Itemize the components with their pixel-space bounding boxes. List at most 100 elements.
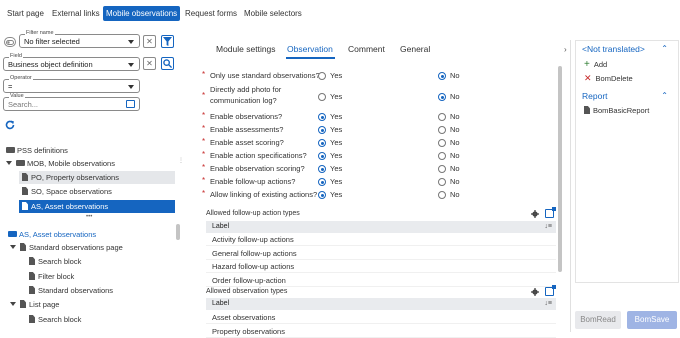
radio-no[interactable] <box>438 126 446 134</box>
gear-icon[interactable] <box>531 210 539 218</box>
document-icon <box>22 173 28 182</box>
refresh-icon[interactable] <box>5 120 15 130</box>
field-select[interactable]: Field Business object definition <box>3 53 140 71</box>
radio-no[interactable] <box>438 93 446 101</box>
detail-scrollbar[interactable] <box>558 66 562 272</box>
x-icon: ✕ <box>584 73 592 83</box>
gear-icon[interactable] <box>531 288 539 296</box>
tree-item-pss-definitions[interactable]: PSS definitions <box>6 144 68 157</box>
new-window-icon[interactable] <box>545 285 556 296</box>
radio-yes[interactable] <box>318 93 326 101</box>
tree-item-filter-block[interactable]: Filter block <box>29 270 74 283</box>
sort-icon[interactable]: ↓≡ <box>544 221 552 233</box>
bom-delete-action[interactable]: ✕ BomDelete <box>584 73 633 84</box>
obstypes-title-text: Allowed observation types <box>206 288 288 295</box>
list-item[interactable]: Hazard follow-up actions <box>206 260 556 273</box>
list-item[interactable]: Property observations <box>206 325 556 338</box>
bom-read-button[interactable]: BomRead <box>575 311 621 329</box>
radio-yes[interactable] <box>318 178 326 186</box>
new-window-icon[interactable] <box>126 100 135 108</box>
followup-column-header[interactable]: Label ↓≡ <box>206 221 556 233</box>
chevron-up-icon[interactable]: ⌃ <box>661 91 668 100</box>
radio-label-yes: Yes <box>330 164 343 173</box>
sort-icon[interactable]: ↓≡ <box>544 298 552 310</box>
tab-external-links[interactable]: External links <box>49 6 103 21</box>
chevron-down-icon[interactable] <box>6 161 12 166</box>
tree-item-as-root[interactable]: AS, Asset observations <box>8 228 96 241</box>
clear-filter-button[interactable]: ✕ <box>143 35 156 48</box>
radio-label-yes: Yes <box>330 151 343 160</box>
filter-name-select[interactable]: Filter name No filter selected <box>19 30 140 48</box>
list-item[interactable]: Asset observations <box>206 311 556 324</box>
radio-yes[interactable] <box>318 126 326 134</box>
tab-comment[interactable]: Comment <box>348 44 385 54</box>
search-button[interactable] <box>161 57 174 70</box>
list-item[interactable]: Activity follow-up actions <box>206 233 556 246</box>
tab-request-forms[interactable]: Request forms <box>182 6 240 21</box>
value-search-input[interactable]: Value Search... <box>3 93 140 111</box>
radio-no[interactable] <box>438 191 446 199</box>
obstypes-column-header[interactable]: Label ↓≡ <box>206 298 556 310</box>
resize-handle[interactable]: ⋮ <box>178 158 184 164</box>
folder-icon <box>8 231 17 238</box>
radio-no[interactable] <box>438 165 446 173</box>
bom-basic-report-action[interactable]: BomBasicReport <box>584 106 649 115</box>
tab-general[interactable]: General <box>400 44 430 54</box>
tree-item-standard-observations[interactable]: Standard observations <box>29 284 113 297</box>
chevron-down-icon[interactable] <box>10 302 16 307</box>
radio-yes[interactable] <box>318 191 326 199</box>
radio-yes[interactable] <box>318 139 326 147</box>
active-tab-indicator <box>286 57 335 59</box>
tree-item-so[interactable]: SO, Space observations <box>19 185 112 198</box>
tab-mobile-selectors[interactable]: Mobile selectors <box>241 6 305 21</box>
new-window-icon[interactable] <box>545 207 556 218</box>
question-row: * Allow linking of existing actions? Yes No <box>188 189 558 201</box>
list-item[interactable]: Order follow-up-action <box>206 274 556 287</box>
radio-no[interactable] <box>438 113 446 121</box>
actions-section-title: <Not translated> <box>582 44 645 54</box>
document-icon <box>584 106 590 115</box>
tab-start-page[interactable]: Start page <box>4 6 47 21</box>
question-label: Enable action specifications? <box>210 151 307 160</box>
document-icon <box>22 202 28 211</box>
tab-observation[interactable]: Observation <box>287 44 333 54</box>
tree-item-standard-observations-page[interactable]: Standard observations page <box>10 241 123 254</box>
document-icon <box>20 243 26 252</box>
chevron-up-icon[interactable]: ⌃ <box>661 44 668 53</box>
radio-label-no: No <box>450 151 460 160</box>
tree-item-mob[interactable]: MOB, Mobile observations <box>6 157 115 170</box>
required-indicator: * <box>202 111 206 120</box>
bom-save-button[interactable]: BomSave <box>627 311 677 329</box>
operator-select[interactable]: Operator = <box>3 75 140 93</box>
tree-item-list-page[interactable]: List page <box>10 298 59 311</box>
value-placeholder: Search... <box>8 100 39 109</box>
tree-item-po[interactable]: PO, Property observations <box>19 171 175 184</box>
tab-mobile-observations[interactable]: Mobile observations <box>103 6 181 21</box>
radio-yes[interactable] <box>318 152 326 160</box>
tree-item-search-block[interactable]: Search block <box>29 255 81 268</box>
radio-no[interactable] <box>438 178 446 186</box>
add-label: Add <box>593 60 608 69</box>
splitter-handle[interactable]: ••• <box>86 214 92 220</box>
clear-field-button[interactable]: ✕ <box>143 57 156 70</box>
tree-item-as[interactable]: AS, Asset observations <box>19 200 175 213</box>
label-column-text: Label <box>212 223 230 230</box>
filter-button[interactable] <box>161 35 174 48</box>
tab-module-settings[interactable]: Module settings <box>216 44 276 54</box>
radio-yes[interactable] <box>318 113 326 121</box>
chevron-down-icon[interactable] <box>10 245 16 250</box>
radio-no[interactable] <box>438 72 446 80</box>
add-action[interactable]: + Add <box>584 59 607 70</box>
operator-value: = <box>8 82 13 91</box>
list-item[interactable]: General follow-up actions <box>206 247 556 260</box>
question-row: * Enable observations? Yes No <box>188 111 558 123</box>
toggle-icon[interactable] <box>4 37 16 47</box>
tree-scrollbar[interactable] <box>176 224 180 240</box>
tree-item-search-block-2[interactable]: Search block <box>29 313 81 326</box>
filter-name-legend: Filter name <box>25 30 55 36</box>
radio-yes[interactable] <box>318 72 326 80</box>
radio-no[interactable] <box>438 139 446 147</box>
radio-yes[interactable] <box>318 165 326 173</box>
label-column-text: Label <box>212 300 230 307</box>
radio-no[interactable] <box>438 152 446 160</box>
